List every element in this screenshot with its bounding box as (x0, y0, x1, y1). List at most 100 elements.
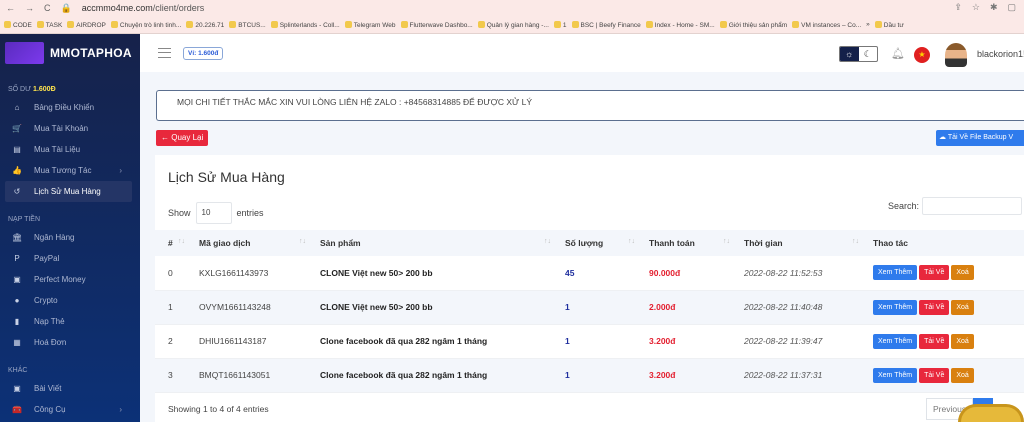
bell-icon[interactable]: 🔔︎ (891, 47, 905, 60)
vietnam-flag-icon[interactable]: ★ (914, 47, 930, 63)
sort-icon[interactable]: ↑↓ (628, 238, 635, 245)
download-button[interactable]: Tải Về (919, 265, 950, 281)
forward-icon[interactable]: → (25, 3, 34, 13)
top-header: Ví: 1.600đ ☼ ☾ 🔔︎ ★ blackorion1! (140, 34, 1024, 72)
view-more-button[interactable]: Xem Thêm (873, 265, 918, 281)
back-button[interactable]: ← Quay Lại (156, 130, 209, 146)
cell-time: 2022-08-22 11:52:53 (744, 256, 873, 291)
search-input[interactable] (922, 197, 1023, 215)
cell-product: CLONE Việt new 50> 200 bb (320, 290, 565, 325)
avatar[interactable] (945, 43, 967, 67)
view-more-button[interactable]: Xem Thêm (873, 333, 918, 349)
bookmark[interactable]: BTCUS... (229, 20, 266, 29)
column-header[interactable]: Thời gian ↑↓ (744, 230, 873, 256)
menu-icon[interactable] (158, 48, 171, 58)
window-icon[interactable]: ▢ (1007, 2, 1016, 13)
wallet-badge[interactable]: Ví: 1.600đ (183, 46, 224, 60)
delete-button[interactable]: Xoá (951, 367, 974, 383)
lucky-wheel-widget[interactable] (958, 404, 1024, 422)
bookmark[interactable]: Chuyện trò linh tinh... (110, 20, 181, 29)
bookmark[interactable]: CODE (4, 20, 32, 29)
column-header[interactable]: Thanh toán ↑↓ (649, 230, 744, 256)
sidebar-item-dashboard[interactable]: ⌂ Bảng Điều Khiển (0, 97, 140, 118)
bookmark[interactable]: AIRDROP (67, 20, 106, 29)
thumbs-up-icon: 👍 (12, 166, 22, 175)
column-header[interactable]: Thao tác (873, 230, 1024, 256)
bookmark-icon (344, 20, 352, 28)
sidebar-item-paypal[interactable]: P PayPal (0, 248, 140, 269)
logo[interactable]: MMOTAPHOA (0, 34, 140, 72)
puzzle-icon[interactable]: ✱ (990, 2, 998, 13)
download-button[interactable]: Tải Về (919, 367, 950, 383)
cell-actions: Xem Thêm Tải Về Xoá (873, 324, 1024, 359)
search: Search: (888, 197, 1023, 215)
sidebar-item-posts[interactable]: ▣ Bài Viết (0, 378, 140, 399)
bookmark[interactable]: 1 (553, 20, 567, 29)
bookmark[interactable]: Dầu tư (874, 20, 904, 29)
toolbox-icon: 🧰 (12, 405, 22, 414)
download-button[interactable]: Tải Về (919, 333, 950, 349)
delete-button[interactable]: Xoá (951, 333, 974, 349)
entries-select[interactable]: 10 (195, 202, 232, 224)
theme-toggle[interactable]: ☼ ☾ (839, 46, 878, 62)
reload-icon[interactable]: C (44, 3, 51, 13)
view-more-button[interactable]: Xem Thêm (873, 367, 918, 383)
download-button[interactable]: Tải Về (919, 299, 950, 315)
bookmark[interactable]: Telegram Web (344, 20, 396, 29)
sidebar-item-buy-docs[interactable]: ▤ Mua Tài Liệu (0, 139, 140, 160)
download-backup-button[interactable]: ☁ Tải Về File Backup V (936, 130, 1024, 146)
column-header[interactable]: Mã giao dịch ↑↓ (199, 230, 320, 256)
entries-length: Show 10 entries (168, 202, 264, 224)
sort-icon[interactable]: ↑↓ (544, 238, 551, 245)
extensions: ⇪ ☆ ✱ ▢ (954, 2, 1016, 13)
column-header[interactable]: Số lượng ↑↓ (565, 230, 649, 256)
bookmark-icon (4, 20, 11, 28)
bookmark[interactable]: Flutterwave Dashbo... (400, 20, 473, 29)
cell-time: 2022-08-22 11:39:47 (744, 324, 873, 359)
sidebar-item-history[interactable]: ↺ Lịch Sử Mua Hàng (5, 181, 132, 202)
bookmark[interactable]: Splinterlands - Coll... (270, 20, 340, 29)
bookmark[interactable]: Giới thiệu sản phẩm (719, 20, 787, 29)
bookmark[interactable]: TASK (36, 20, 62, 29)
column-header[interactable]: # ↑↓ (155, 230, 199, 256)
url[interactable]: accmmo4me.com/client/orders (82, 3, 205, 13)
delete-button[interactable]: Xoá (951, 299, 974, 315)
cell-actions: Xem Thêm Tải Về Xoá (873, 358, 1024, 393)
cell-qty: 45 (565, 256, 649, 291)
sidebar-item-tools[interactable]: 🧰 Công Cụ › (0, 399, 140, 420)
sidebar-item-buy-account[interactable]: 🛒 Mua Tài Khoản (0, 118, 140, 139)
bookmark[interactable]: Index - Home - SM... (645, 20, 715, 29)
back-icon[interactable]: ← (6, 3, 15, 13)
bookmark[interactable]: Quản lý gian hàng -... (477, 20, 549, 29)
column-header[interactable]: Sản phẩm ↑↓ (320, 230, 565, 256)
lock-icon: 🔒 (60, 2, 72, 13)
sidebar-item-bank[interactable]: 🏛 Ngân Hàng (0, 227, 140, 248)
sidebar-item-invoice[interactable]: ▦ Hoá Đơn (0, 332, 140, 353)
table-row: 0 KXLG1661143973 CLONE Việt new 50> 200 bb… (155, 256, 1024, 291)
delete-button[interactable]: Xoá (951, 265, 974, 281)
view-more-button[interactable]: Xem Thêm (873, 299, 918, 315)
sidebar-item-crypto[interactable]: ● Crypto (0, 290, 140, 311)
moon-icon[interactable]: ☾ (859, 47, 878, 61)
sidebar-item-card[interactable]: ▮ Nạp Thẻ (0, 311, 140, 332)
bookmark[interactable]: BSC | Beefy Finance (571, 20, 641, 29)
cell-actions: Xem Thêm Tải Về Xoá (873, 290, 1024, 325)
sort-icon[interactable]: ↑↓ (178, 238, 185, 245)
bookmark-icon (400, 20, 408, 28)
sort-icon[interactable]: ↑↓ (723, 238, 730, 245)
bookmark[interactable]: VM instances – Co... (792, 20, 861, 29)
sidebar-item-buy-interaction[interactable]: 👍 Mua Tương Tác › (0, 160, 140, 181)
sort-icon[interactable]: ↑↓ (299, 238, 306, 245)
share-icon[interactable]: ⇪ (954, 2, 962, 13)
bookmark[interactable]: » (866, 21, 870, 28)
address-bar[interactable]: ← → C 🔒 accmmo4me.com/client/orders (0, 0, 1024, 16)
bookmark[interactable]: 20.226.71 (186, 20, 224, 29)
username[interactable]: blackorion1! (977, 49, 1024, 59)
sun-icon[interactable]: ☼ (840, 47, 859, 61)
sort-icon[interactable]: ↑↓ (852, 238, 859, 245)
bookmark-icon (719, 20, 727, 28)
star-icon[interactable]: ☆ (972, 2, 980, 13)
chevron-right-icon: › (119, 166, 122, 175)
bitcoin-icon: ● (14, 296, 20, 305)
sidebar-item-perfect-money[interactable]: ▣ Perfect Money (0, 269, 140, 290)
